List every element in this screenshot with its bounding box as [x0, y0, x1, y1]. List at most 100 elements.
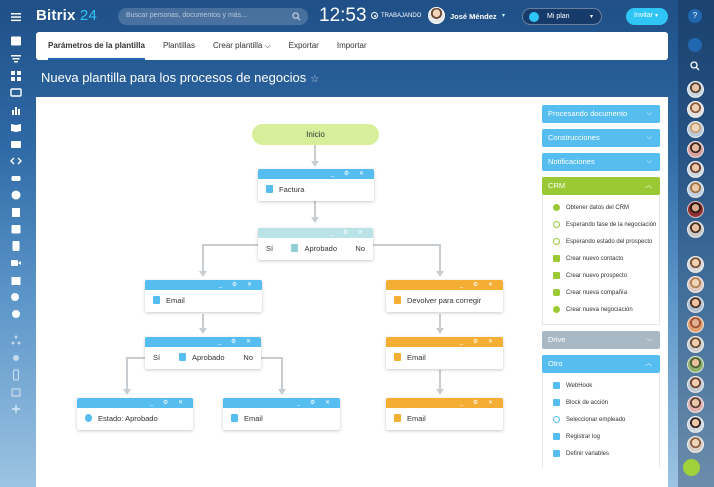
node-controls[interactable]: _ ⚙ ✕: [460, 338, 497, 345]
node-controls[interactable]: _ ⚙ ✕: [219, 281, 256, 288]
email-node[interactable]: _ ⚙ ✕ Email: [386, 398, 503, 430]
book-icon[interactable]: [8, 120, 24, 134]
work-status[interactable]: TRABAJANDO: [371, 12, 421, 19]
tab-import[interactable]: Importar: [337, 32, 367, 60]
phone-icon[interactable]: [8, 368, 24, 382]
monitor-icon[interactable]: [8, 86, 24, 100]
avatar[interactable]: [687, 276, 704, 293]
chart-icon[interactable]: [8, 103, 24, 117]
plus-icon[interactable]: [8, 402, 24, 416]
list-item[interactable]: Seleccionar empleado: [543, 411, 659, 428]
globe-icon[interactable]: [8, 188, 24, 202]
section-notifications[interactable]: Notificaciones ⌵: [542, 153, 660, 171]
store-icon[interactable]: [8, 273, 24, 287]
tab-template-params[interactable]: Parámetros de la plantilla: [48, 32, 145, 60]
avatar[interactable]: [687, 141, 704, 158]
logo[interactable]: Bitrix 24: [36, 7, 97, 24]
node-controls[interactable]: _ ⚙ ✕: [297, 399, 334, 406]
node-controls[interactable]: _ ⚙ ✕: [460, 399, 497, 406]
menu-icon[interactable]: [8, 10, 24, 24]
section-constructions[interactable]: Construcciones ⌵: [542, 129, 660, 147]
section-document-processing[interactable]: Procesando documento ⌵: [542, 105, 660, 123]
list-item[interactable]: Crear nuevo contacto: [543, 250, 659, 267]
status-approved-node[interactable]: _ ⚙ ✕ Estado: Aprobado: [77, 398, 193, 430]
video-icon[interactable]: [8, 256, 24, 270]
node-controls[interactable]: _ ⚙ ✕: [460, 281, 497, 288]
calendar-icon[interactable]: [8, 222, 24, 236]
start-node[interactable]: Inicio: [252, 124, 379, 145]
tab-templates[interactable]: Plantillas: [163, 32, 195, 60]
avatar[interactable]: [687, 396, 704, 413]
avatar[interactable]: [687, 336, 704, 353]
share-icon[interactable]: [8, 290, 24, 304]
tab-export[interactable]: Exportar: [289, 32, 319, 60]
settings-icon[interactable]: [8, 307, 24, 321]
plan-button[interactable]: Mi plan ▾: [522, 8, 602, 25]
list-item[interactable]: WebHook: [543, 377, 659, 394]
list-item[interactable]: Definir variables: [543, 445, 659, 462]
filter-icon[interactable]: [8, 52, 24, 66]
star-icon[interactable]: ☆: [310, 74, 319, 85]
clock[interactable]: 12:53: [319, 5, 367, 27]
list-item[interactable]: Esperando estado del prospecto: [543, 233, 659, 250]
car-icon[interactable]: [8, 171, 24, 185]
factura-node[interactable]: _ ⚙ ✕ Factura: [258, 169, 374, 201]
feed-icon[interactable]: [8, 34, 24, 48]
section-other[interactable]: Otro ︿: [542, 355, 660, 373]
avatar[interactable]: [687, 416, 704, 433]
email-node[interactable]: _ ⚙ ✕ Email: [386, 337, 503, 369]
chevron-down-icon[interactable]: ▾: [502, 12, 505, 19]
return-for-correction-node[interactable]: _ ⚙ ✕ Devolver para corregir: [386, 280, 503, 312]
condition-node[interactable]: _ ⚙ ✕ Sí Aprobado No: [258, 228, 373, 260]
list-item[interactable]: Crear nuevo prospecto: [543, 267, 659, 284]
user-avatar[interactable]: [428, 7, 445, 24]
tab-create-template[interactable]: Crear plantilla ⌵: [213, 32, 271, 60]
list-item[interactable]: Crear nueva compañía: [543, 284, 659, 301]
avatar[interactable]: [687, 101, 704, 118]
avatar[interactable]: [687, 296, 704, 313]
node-controls[interactable]: _ ⚙ ✕: [331, 170, 368, 177]
apps-icon[interactable]: [8, 69, 24, 83]
avatar[interactable]: [687, 201, 704, 218]
user-name[interactable]: José Méndez: [450, 12, 497, 21]
document-icon[interactable]: [8, 239, 24, 253]
email-node[interactable]: _ ⚙ ✕ Email: [145, 280, 262, 312]
node-controls[interactable]: _ ⚙ ✕: [218, 338, 255, 345]
avatar[interactable]: [687, 356, 704, 373]
avatar[interactable]: [687, 376, 704, 393]
invite-button[interactable]: Invitar ▾: [626, 8, 668, 25]
phone-call-icon[interactable]: [683, 459, 700, 476]
list-item[interactable]: Registrar log: [543, 428, 659, 445]
building-icon[interactable]: [8, 205, 24, 219]
sitemap-icon[interactable]: [8, 333, 24, 347]
email-node[interactable]: _ ⚙ ✕ Email: [223, 398, 340, 430]
inbox-icon[interactable]: [8, 137, 24, 151]
section-drive[interactable]: Drive ⌵: [542, 331, 660, 349]
avatar[interactable]: [687, 316, 704, 333]
avatar[interactable]: [687, 181, 704, 198]
box-icon[interactable]: [8, 385, 24, 399]
search-input[interactable]: Buscar personas, documentos y más...: [118, 8, 308, 25]
avatar[interactable]: [687, 436, 704, 453]
document-icon: [231, 414, 238, 422]
node-controls[interactable]: _ ⚙ ✕: [150, 399, 187, 406]
list-item[interactable]: Crear nueva negociación: [543, 301, 659, 318]
avatar[interactable]: [687, 81, 704, 98]
search-icon[interactable]: [690, 61, 700, 71]
section-crm[interactable]: CRM ︿: [542, 177, 660, 195]
avatar[interactable]: [687, 256, 704, 273]
avatar[interactable]: [687, 121, 704, 138]
list-item[interactable]: Esperando fase de la negociación: [543, 216, 659, 233]
code-icon[interactable]: [8, 154, 24, 168]
workflow-canvas: Inicio _ ⚙ ✕ Factura _ ⚙ ✕ Sí Aprobado N…: [36, 97, 530, 487]
bell-icon[interactable]: [688, 38, 702, 52]
condition-node[interactable]: _ ⚙ ✕ Sí Aprobado No: [145, 337, 261, 369]
node-controls[interactable]: _ ⚙ ✕: [330, 229, 367, 236]
list-item[interactable]: Obtener datos del CRM: [543, 199, 659, 216]
avatar[interactable]: [687, 161, 704, 178]
avatar[interactable]: [687, 221, 704, 238]
list-item[interactable]: Block de acción: [543, 394, 659, 411]
help-icon[interactable]: ?: [688, 9, 702, 23]
item-label: Crear nuevo contacto: [566, 255, 624, 262]
gear-icon[interactable]: [8, 351, 24, 365]
